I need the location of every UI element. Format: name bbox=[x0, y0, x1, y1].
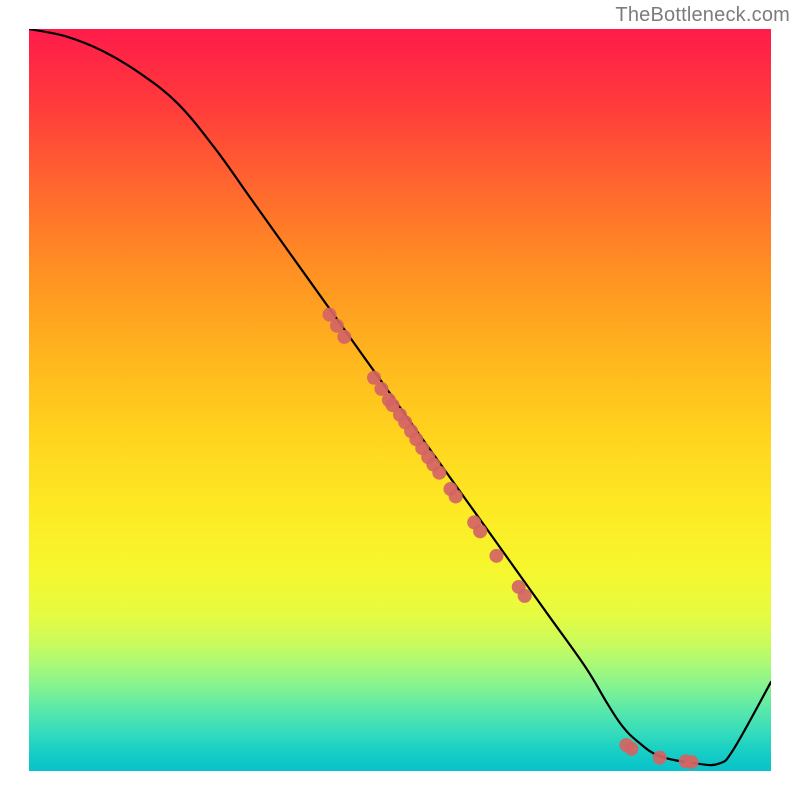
chart-overlay-svg bbox=[29, 29, 771, 771]
data-markers-group bbox=[323, 308, 699, 769]
data-marker bbox=[625, 742, 639, 756]
data-marker bbox=[685, 755, 699, 769]
attribution-text: TheBottleneck.com bbox=[615, 4, 790, 27]
data-marker bbox=[432, 466, 446, 480]
data-marker bbox=[449, 489, 463, 503]
plot-area bbox=[29, 29, 771, 771]
data-marker bbox=[489, 549, 503, 563]
data-marker bbox=[653, 751, 667, 765]
data-marker bbox=[337, 330, 351, 344]
bottleneck-curve-line bbox=[29, 29, 771, 765]
data-marker bbox=[518, 589, 532, 603]
data-marker bbox=[473, 524, 487, 538]
chart-stage: TheBottleneck.com bbox=[0, 0, 800, 800]
